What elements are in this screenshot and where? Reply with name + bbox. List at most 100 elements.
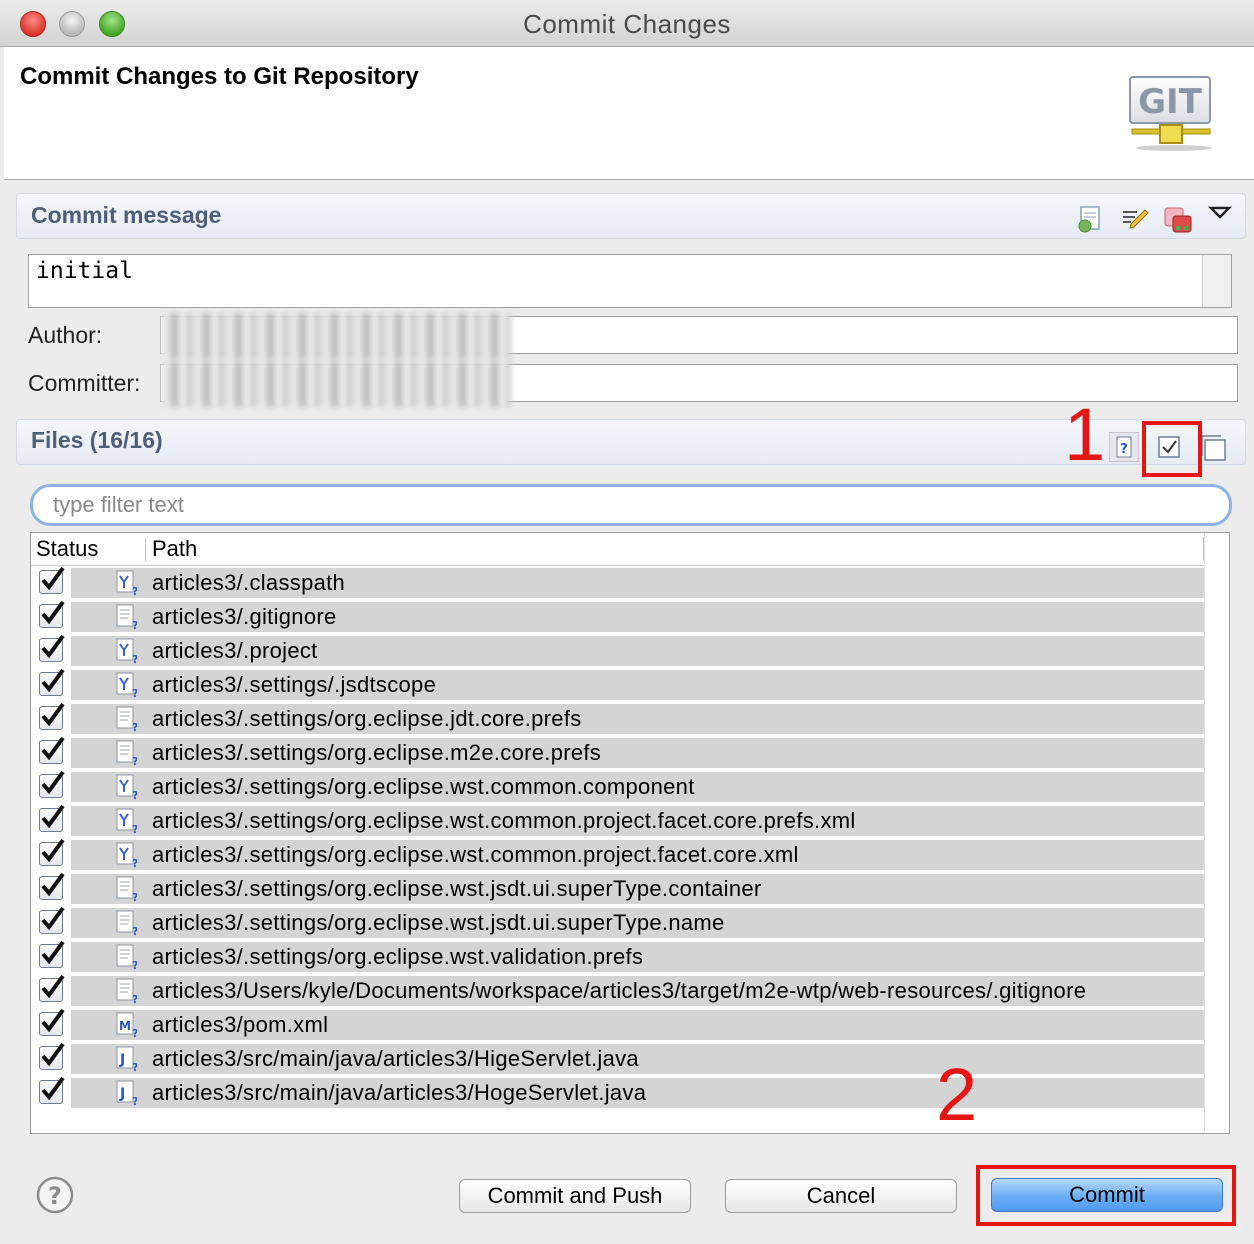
svg-text:?: ? (132, 619, 137, 630)
cancel-button[interactable]: Cancel (725, 1179, 957, 1213)
title-bar[interactable]: Commit Changes (0, 0, 1254, 47)
checkmark-icon (41, 736, 65, 761)
svg-text:?: ? (132, 585, 137, 596)
file-path: articles3/src/main/java/articles3/HogeSe… (152, 1080, 647, 1105)
table-row[interactable]: ? articles3/.settings/org.eclipse.wst.com… (31, 804, 1205, 837)
file-checkbox[interactable] (39, 668, 65, 696)
file-checkbox[interactable] (39, 634, 65, 662)
files-table: Status Path ? articles3/.classpath? articl… (30, 532, 1230, 1134)
annotation-box-commit (976, 1165, 1236, 1226)
table-row[interactable]: ? articles3/.classpath (31, 566, 1205, 599)
checkmark-icon (41, 940, 65, 965)
deselect-all-icon[interactable] (1201, 432, 1231, 462)
table-row[interactable]: ? articles3/.settings/org.eclipse.m2e.cor… (31, 736, 1205, 769)
file-checkbox[interactable] (39, 974, 65, 1002)
svg-text:J: J (119, 1052, 125, 1068)
file-filter-input[interactable] (51, 490, 1205, 520)
file-checkbox[interactable] (39, 872, 65, 900)
table-row[interactable]: M? articles3/pom.xml (31, 1008, 1205, 1041)
table-row[interactable]: ? articles3/.settings/org.eclipse.wst.com… (31, 838, 1205, 871)
table-row[interactable]: J? articles3/src/main/java/articles3/Hige… (31, 1042, 1205, 1075)
table-row[interactable]: ? articles3/.settings/org.eclipse.wst.val… (31, 940, 1205, 973)
file-path: articles3/.classpath (152, 570, 346, 595)
checkmark-icon (41, 872, 65, 897)
file-checkbox[interactable] (39, 1008, 65, 1036)
checkmark-icon (41, 770, 65, 795)
signed-off-icon[interactable] (1163, 204, 1193, 234)
file-path: articles3/.settings/org.eclipse.m2e.core… (152, 740, 602, 765)
commit-message-input[interactable]: initial (28, 254, 1232, 308)
files-table-scrollbar[interactable] (1204, 533, 1229, 1131)
table-row[interactable]: ? articles3/.settings/org.eclipse.wst.com… (31, 770, 1205, 803)
svg-text:?: ? (132, 823, 137, 834)
checkmark-icon (41, 566, 65, 591)
dropdown-triangle-icon[interactable] (1205, 200, 1235, 230)
svg-text:?: ? (132, 721, 137, 732)
file-checkbox[interactable] (39, 600, 65, 628)
files-header: Files (16/16) ? (16, 419, 1246, 465)
commit-and-push-button[interactable]: Commit and Push (459, 1179, 691, 1213)
file-checkbox[interactable] (39, 1042, 65, 1070)
file-checkbox[interactable] (39, 566, 65, 594)
table-row[interactable]: ? articles3/.settings/org.eclipse.wst.jsd… (31, 872, 1205, 905)
edit-message-icon[interactable] (1119, 204, 1149, 234)
svg-text:?: ? (132, 925, 137, 936)
xml-file-icon: ? (116, 638, 137, 664)
checkmark-icon (41, 1008, 65, 1033)
author-field[interactable] (160, 313, 1238, 359)
files-table-header: Status Path (31, 533, 1229, 566)
java-file-icon: J? (116, 1080, 137, 1106)
svg-text:J: J (119, 1086, 125, 1102)
text-file-icon: ? (116, 706, 137, 732)
column-separator[interactable] (145, 537, 146, 561)
file-path: articles3/.settings/org.eclipse.wst.jsdt… (152, 876, 762, 901)
xml-file-icon: ? (116, 842, 137, 868)
file-checkbox[interactable] (39, 838, 65, 866)
file-path: articles3/.settings/org.eclipse.wst.comm… (152, 842, 799, 867)
commit-message-title: Commit message (31, 202, 222, 228)
annotation-box-select-all (1142, 421, 1202, 477)
table-row[interactable]: J? articles3/src/main/java/articles3/Hoge… (31, 1076, 1205, 1109)
checkmark-icon (41, 600, 65, 625)
column-path[interactable]: Path (152, 536, 197, 562)
checkmark-icon (41, 1076, 65, 1101)
file-checkbox[interactable] (39, 1076, 65, 1104)
checkmark-icon (41, 702, 65, 727)
table-row[interactable]: ? articles3/.settings/.jsdtscope (31, 668, 1205, 701)
svg-text:GIT: GIT (1138, 82, 1203, 122)
show-untracked-icon[interactable]: ? (1109, 432, 1139, 462)
table-row[interactable]: ? articles3/.gitignore (31, 600, 1205, 633)
column-status[interactable]: Status (36, 536, 98, 562)
file-checkbox[interactable] (39, 702, 65, 730)
text-file-icon: ? (116, 740, 137, 766)
table-row[interactable]: ? articles3/.project (31, 634, 1205, 667)
checkmark-icon (41, 804, 65, 829)
file-filter[interactable] (30, 484, 1232, 526)
text-file-icon: ? (116, 604, 137, 630)
file-path: articles3/.settings/org.eclipse.wst.comm… (152, 808, 856, 833)
file-checkbox[interactable] (39, 906, 65, 934)
help-icon[interactable]: ? (36, 1176, 74, 1214)
commit-message-header: Commit message (16, 193, 1246, 239)
author-label: Author: (28, 322, 103, 348)
svg-text:?: ? (132, 891, 137, 902)
table-row[interactable]: ? articles3/Users/kyle/Documents/workspac… (31, 974, 1205, 1007)
file-checkbox[interactable] (39, 940, 65, 968)
git-logo-icon: GIT (1129, 76, 1212, 151)
file-checkbox[interactable] (39, 804, 65, 832)
table-row[interactable]: ? articles3/.settings/org.eclipse.wst.jsd… (31, 906, 1205, 939)
spell-check-icon[interactable] (1075, 204, 1105, 234)
file-path: articles3/.settings/org.eclipse.wst.vali… (152, 944, 644, 969)
svg-text:?: ? (1120, 442, 1128, 457)
text-file-icon: ? (116, 944, 137, 970)
table-row[interactable]: ? articles3/.settings/org.eclipse.jdt.cor… (31, 702, 1205, 735)
message-scrollbar[interactable] (1202, 255, 1231, 307)
file-checkbox[interactable] (39, 770, 65, 798)
checkmark-icon (41, 838, 65, 863)
commit-message-text[interactable]: initial (36, 258, 133, 284)
file-checkbox[interactable] (39, 736, 65, 764)
file-path: articles3/.gitignore (152, 604, 337, 629)
text-file-icon: ? (116, 978, 137, 1004)
checkmark-icon (41, 974, 65, 999)
committer-label: Committer: (28, 370, 141, 396)
